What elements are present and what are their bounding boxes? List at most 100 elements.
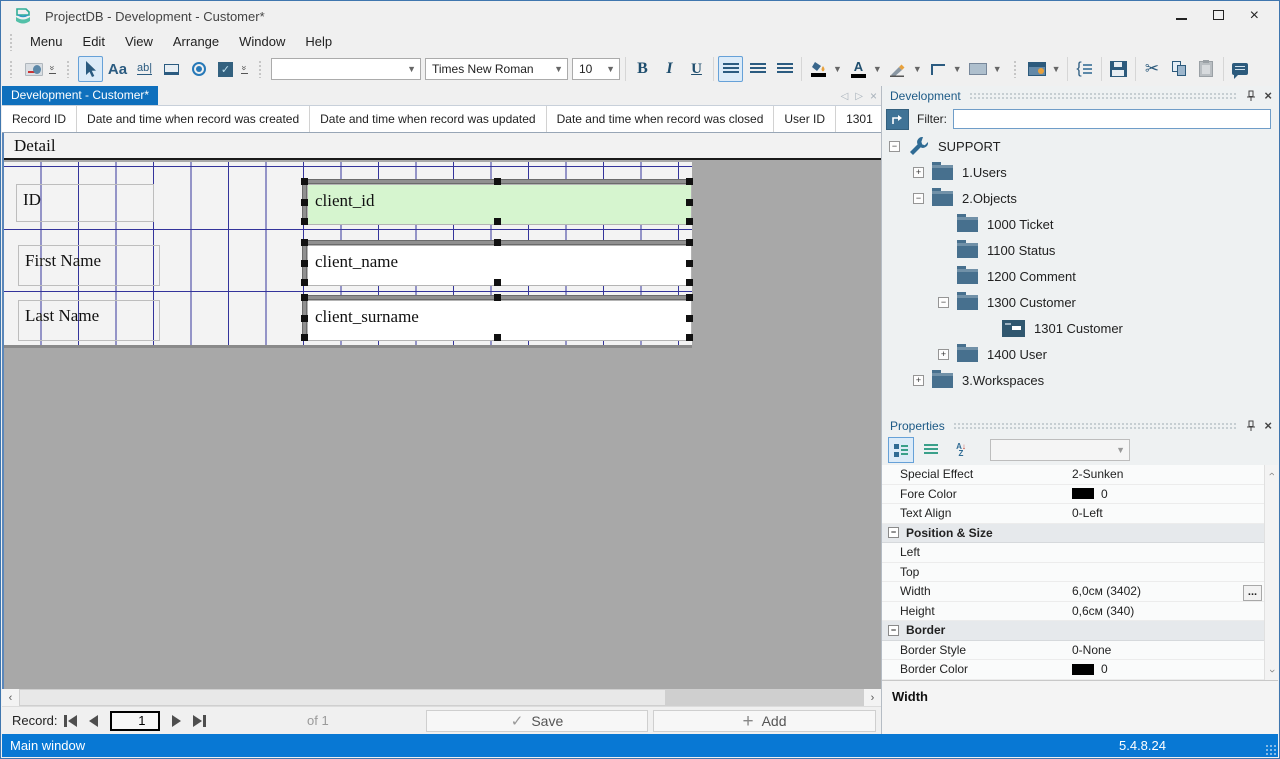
selection-handle[interactable] [301, 334, 308, 341]
button-tool-button[interactable] [159, 56, 184, 82]
property-value[interactable]: 0 [1072, 487, 1278, 501]
property-value[interactable]: 0 [1072, 662, 1278, 676]
collapse-icon[interactable]: − [913, 193, 924, 204]
copy-button[interactable] [1167, 56, 1192, 82]
field-client-id[interactable]: client_id [302, 179, 692, 225]
scroll-up-icon[interactable]: › [1265, 467, 1279, 481]
tree-item-1000-ticket[interactable]: 1000 Ticket [882, 211, 1278, 237]
border-corner-button[interactable] [926, 56, 951, 82]
field-chip[interactable]: User ID [774, 106, 836, 132]
panel-close-icon[interactable]: × [1264, 418, 1272, 433]
selection-handle[interactable] [301, 260, 308, 267]
label-first-name[interactable]: First Name [18, 245, 160, 286]
tab-scroll-right-icon[interactable]: ▷ [855, 91, 863, 102]
field-chip[interactable]: Date and time when record was created [77, 106, 310, 132]
label-id[interactable]: ID [16, 184, 154, 222]
maximize-button[interactable] [1213, 9, 1224, 23]
properties-scrollbar[interactable]: › › [1264, 465, 1278, 680]
radio-tool-button[interactable] [186, 56, 211, 82]
outline-button[interactable]: { [1072, 56, 1097, 82]
expand-icon[interactable]: + [913, 167, 924, 178]
save-button[interactable]: ✓Save [426, 710, 648, 732]
chevron-down-icon[interactable]: ▼ [833, 64, 842, 74]
expand-icon[interactable]: + [938, 349, 949, 360]
paste-button[interactable] [1194, 56, 1219, 82]
selection-handle[interactable] [301, 294, 308, 301]
selection-handle[interactable] [301, 239, 308, 246]
menu-item-menu[interactable]: Menu [20, 32, 73, 51]
property-row-border-style[interactable]: Border Style 0-None [882, 641, 1278, 661]
tree-item-1200-comment[interactable]: 1200 Comment [882, 263, 1278, 289]
field-chip[interactable]: Date and time when record was closed [547, 106, 775, 132]
selection-handle[interactable] [301, 199, 308, 206]
property-row-width[interactable]: Width 6,0см (3402)... [882, 582, 1278, 602]
chevron-down-icon[interactable]: ▼ [873, 64, 882, 74]
collapse-icon[interactable]: − [889, 141, 900, 152]
scroll-down-icon[interactable]: › [1265, 664, 1279, 678]
tab-development-customer[interactable]: Development - Customer* [2, 86, 158, 105]
scroll-left-icon[interactable]: ‹ [2, 689, 19, 706]
menu-grip[interactable] [9, 33, 14, 51]
last-record-button[interactable] [193, 715, 206, 727]
selection-handle[interactable] [494, 239, 501, 246]
property-category-border[interactable]: −Border [882, 621, 1278, 641]
detail-band-header[interactable]: Detail [4, 133, 881, 160]
property-value[interactable]: 0-Left [1072, 506, 1278, 520]
selection-handle[interactable] [301, 315, 308, 322]
chevron-down-icon[interactable]: ▼ [913, 64, 922, 74]
scrollbar-thumb[interactable] [20, 690, 665, 705]
selection-handle[interactable] [494, 294, 501, 301]
selection-handle[interactable] [686, 218, 693, 225]
pin-icon[interactable] [1246, 90, 1256, 102]
close-button[interactable]: × [1250, 8, 1259, 24]
property-category-position-size[interactable]: −Position & Size [882, 524, 1278, 544]
fill-color-button[interactable] [806, 56, 831, 82]
comment-button[interactable] [1228, 56, 1253, 82]
tree-item-1301-customer[interactable]: 1301 Customer [882, 315, 1278, 341]
image-tool-button[interactable] [21, 56, 46, 82]
align-right-button[interactable] [772, 56, 797, 82]
scroll-right-icon[interactable]: › [864, 689, 881, 706]
design-grid[interactable]: ID First Name Last Name client_id [4, 162, 692, 348]
property-value[interactable]: 6,0см (3402)... [1072, 584, 1278, 598]
menu-item-arrange[interactable]: Arrange [163, 32, 229, 51]
property-value[interactable]: 0,6см (340) [1072, 604, 1278, 618]
label-last-name[interactable]: Last Name [18, 300, 160, 341]
select-tool-button[interactable] [78, 56, 103, 82]
label-tool-button[interactable]: Aa [105, 56, 130, 82]
filter-input[interactable] [953, 109, 1271, 129]
style-combo[interactable]: ▼ [271, 58, 421, 80]
chevron-down-icon[interactable]: ▼ [993, 64, 1002, 74]
selection-handle[interactable] [494, 279, 501, 286]
form-properties-button[interactable] [1025, 56, 1050, 82]
selection-handle[interactable] [686, 315, 693, 322]
list-view-button[interactable] [918, 437, 944, 463]
tree-item-support[interactable]: − SUPPORT [882, 133, 1278, 159]
toolbar-grip[interactable] [9, 60, 14, 78]
align-center-button[interactable] [745, 56, 770, 82]
property-object-combo[interactable]: ▼ [990, 439, 1130, 461]
toolbar-grip[interactable] [1013, 60, 1018, 78]
toolbar-grip[interactable] [66, 60, 71, 78]
collapse-icon[interactable]: − [938, 297, 949, 308]
selection-handle[interactable] [686, 294, 693, 301]
selection-handle[interactable] [494, 334, 501, 341]
field-chip[interactable]: 1301 [836, 106, 884, 132]
record-number-input[interactable] [110, 711, 160, 731]
highlighter-button[interactable] [886, 56, 911, 82]
menu-item-window[interactable]: Window [229, 32, 295, 51]
add-button[interactable]: +Add [653, 710, 876, 732]
property-value[interactable]: 0-None [1072, 643, 1278, 657]
underline-button[interactable]: U [684, 56, 709, 82]
selection-handle[interactable] [494, 218, 501, 225]
previous-record-button[interactable] [89, 715, 98, 727]
property-row-top[interactable]: Top [882, 563, 1278, 583]
menu-item-view[interactable]: View [115, 32, 163, 51]
resize-grip[interactable] [1265, 744, 1277, 756]
property-row-fore-color[interactable]: Fore Color 0 [882, 485, 1278, 505]
toolbar-grip[interactable] [258, 60, 263, 78]
selection-handle[interactable] [686, 199, 693, 206]
tree-item-1100-status[interactable]: 1100 Status [882, 237, 1278, 263]
minimize-button[interactable] [1176, 9, 1187, 23]
align-left-button[interactable] [718, 56, 743, 82]
